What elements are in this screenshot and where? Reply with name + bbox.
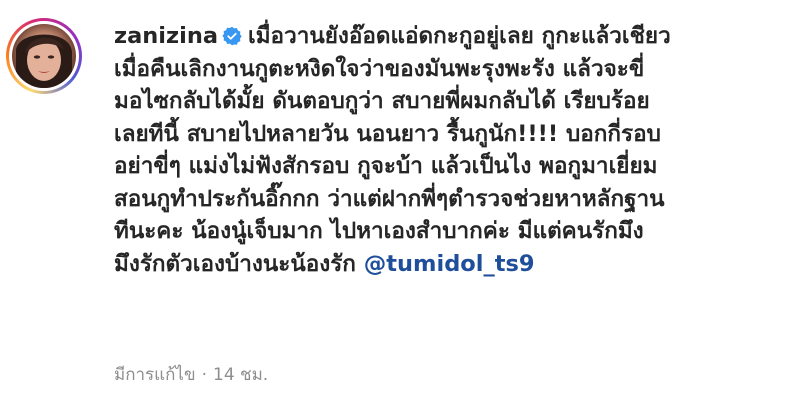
comment-line-2: เมื่อคืนเลิกงานกูตะหงิดใจว่าของมันพะรุงพ… <box>114 55 645 82</box>
edited-label: มีการแก้ไข <box>114 365 196 385</box>
comment: zanizina เมื่อวานยังอ๊อดแอ่ดกะกูอยู่เลย ก… <box>0 0 800 411</box>
mention-link[interactable]: @tumidol_ts9 <box>364 251 535 277</box>
comment-line-7: ทีนะคะ น้องนู๋เจ็บมาก ไปหาเองสำบากค่ะ มี… <box>114 218 644 244</box>
comment-line-text: เมื่อวานยังอ๊อดแอ่ดกะกูอยู่เลย กูกะแล้วเ… <box>248 23 671 49</box>
comment-line-3: มอไซกลับได้มั้ย ดันตอบกูว่า สบายพี่ผมกลั… <box>114 88 650 114</box>
avatar-frame <box>9 21 79 91</box>
verified-badge-icon <box>222 26 242 46</box>
comment-line-text: มึงรักตัวเองบ้างนะน้องรัก <box>114 250 356 277</box>
meta-separator: · <box>201 365 208 385</box>
avatar-story-ring[interactable] <box>6 18 82 94</box>
comment-line-8: มึงรักตัวเองบ้างนะน้องรัก @tumidol_ts9 <box>114 248 790 281</box>
comment-line-6: สอนกูทำประกันอิ๊กกก ว่าแต่ฝากพี่ๆตำรวจช่… <box>114 185 665 212</box>
avatar-portrait <box>16 34 72 88</box>
comment-text: zanizina เมื่อวานยังอ๊อดแอ่ดกะกูอยู่เลย ก… <box>114 20 790 280</box>
timestamp[interactable]: 14 ชม. <box>213 365 268 385</box>
comment-line-4: เลยทีนี้ สบายไปหลายวัน นอนยาว รื้นกูนัก!… <box>114 120 661 147</box>
comment-line-1: zanizina เมื่อวานยังอ๊อดแอ่ดกะกูอยู่เลย ก… <box>114 20 790 53</box>
username-link[interactable]: zanizina <box>114 23 218 49</box>
comment-meta: มีการแก้ไข · 14 ชม. <box>114 361 268 388</box>
avatar[interactable] <box>12 24 76 88</box>
comment-line-5: อย่าขี่ๆ แม่งไม่ฟังสักรอบ กูจะบ้า แล้วเป… <box>114 153 658 179</box>
